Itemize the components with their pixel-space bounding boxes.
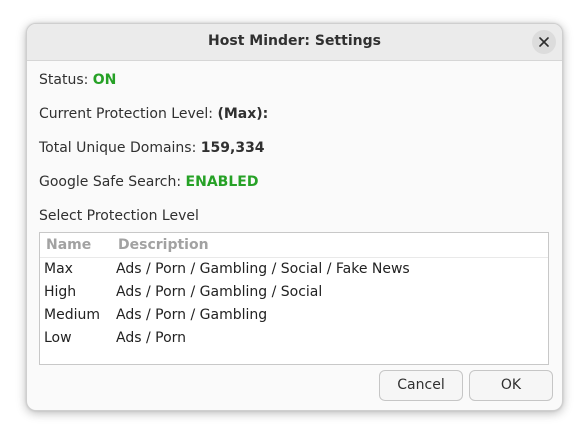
list-header: Name Description xyxy=(40,233,548,258)
row-name: Low xyxy=(44,330,72,346)
row-name: Max xyxy=(44,261,73,277)
title-bar: Host Minder: Settings xyxy=(27,24,562,61)
settings-dialog: Host Minder: Settings Status: ON Current… xyxy=(26,23,563,411)
close-button[interactable] xyxy=(532,30,556,54)
protection-level-value: (Max): xyxy=(217,106,269,122)
protection-level-row: Current Protection Level: (Max): xyxy=(39,106,268,122)
protection-level-list[interactable]: Name Description Max Ads / Porn / Gambli… xyxy=(39,232,549,365)
row-name: Medium xyxy=(44,307,100,323)
column-header-description[interactable]: Description xyxy=(118,237,209,253)
domains-value: 159,334 xyxy=(200,140,265,156)
list-row-max[interactable]: Max Ads / Porn / Gambling / Social / Fak… xyxy=(40,259,548,282)
close-icon xyxy=(539,37,549,47)
list-row-low[interactable]: Low Ads / Porn xyxy=(40,328,548,351)
safe-search-value: ENABLED xyxy=(185,174,259,190)
column-header-name[interactable]: Name xyxy=(46,237,91,253)
domains-row: Total Unique Domains: 159,334 xyxy=(39,140,265,156)
cancel-button[interactable]: Cancel xyxy=(379,370,463,401)
row-name: High xyxy=(44,284,77,300)
list-row-medium[interactable]: Medium Ads / Porn / Gambling xyxy=(40,305,548,328)
safe-search-label: Google Safe Search: xyxy=(39,174,182,190)
domains-label: Total Unique Domains: xyxy=(39,140,197,156)
ok-button[interactable]: OK xyxy=(469,370,553,401)
protection-level-label: Current Protection Level: xyxy=(39,106,213,122)
row-description: Ads / Porn xyxy=(116,330,187,346)
status-label: Status: xyxy=(39,72,89,88)
window-title: Host Minder: Settings xyxy=(208,33,381,49)
list-row-high[interactable]: High Ads / Porn / Gambling / Social xyxy=(40,282,548,305)
safe-search-row: Google Safe Search: ENABLED xyxy=(39,174,258,190)
row-description: Ads / Porn / Gambling xyxy=(116,307,268,323)
row-description: Ads / Porn / Gambling / Social / Fake Ne… xyxy=(116,261,410,277)
select-protection-label: Select Protection Level xyxy=(39,208,199,224)
status-value: ON xyxy=(92,72,117,88)
row-description: Ads / Porn / Gambling / Social xyxy=(116,284,323,300)
status-row: Status: ON xyxy=(39,72,116,88)
